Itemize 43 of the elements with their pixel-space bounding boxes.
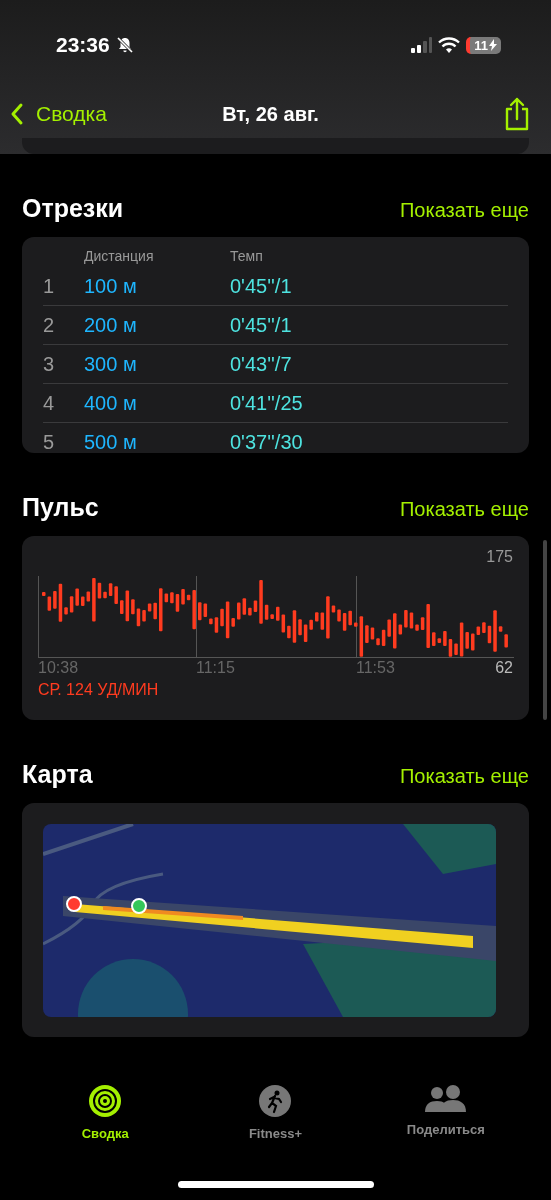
time-label: 10:38 — [38, 659, 80, 677]
split-distance: 400 м — [84, 391, 138, 415]
chevron-left-icon — [10, 102, 24, 126]
split-number: 2 — [43, 313, 56, 337]
split-number: 3 — [43, 352, 56, 376]
split-pace: 0'45''/1 — [230, 274, 293, 298]
axis-min-label: 62 — [495, 659, 513, 677]
tab-bar-item[interactable]: Сводка — [30, 1083, 181, 1142]
split-pace: 0'43''/7 — [230, 352, 293, 376]
status-time: 23:36 — [56, 33, 110, 57]
section-title: Карта — [22, 760, 93, 789]
split-distance: 300 м — [84, 352, 138, 376]
split-number: 1 — [43, 274, 56, 298]
tab-bar-item[interactable]: Поделиться — [370, 1083, 521, 1142]
battery-indicator: 11 — [466, 36, 501, 54]
back-button[interactable]: Сводка — [10, 102, 107, 126]
average-heart-rate: СР. 124 УД/МИН — [38, 681, 160, 699]
column-header: Темп — [230, 248, 264, 264]
activity-rings-icon — [88, 1084, 123, 1118]
show-more-link[interactable]: Показать еще — [399, 199, 529, 222]
split-pace: 0'41''/25 — [230, 391, 304, 415]
share-icon[interactable] — [503, 97, 531, 131]
column-header: Дистанция — [84, 248, 155, 264]
tab-bar-item[interactable]: Fitness+ — [200, 1083, 351, 1142]
split-number: 4 — [43, 391, 56, 415]
people-icon — [423, 1084, 468, 1114]
axis-max-label: 175 — [486, 548, 513, 567]
page-title: Вт, 26 авг. — [222, 102, 319, 126]
split-distance: 200 м — [84, 313, 138, 337]
signal-icon — [410, 37, 433, 53]
split-number: 5 — [43, 430, 56, 454]
time-label: 11:15 — [196, 659, 236, 677]
time-label: 11:53 — [356, 659, 396, 677]
wifi-icon — [438, 37, 461, 53]
runner-icon — [258, 1084, 293, 1118]
show-more-link[interactable]: Показать еще — [399, 765, 529, 788]
show-more-link[interactable]: Показать еще — [399, 498, 529, 521]
split-distance: 500 м — [84, 430, 138, 454]
split-pace: 0'37''/30 — [230, 430, 304, 454]
section-title: Пульс — [22, 493, 99, 522]
section-title: Отрезки — [22, 194, 124, 223]
split-pace: 0'45''/1 — [230, 313, 293, 337]
split-distance: 100 м — [84, 274, 138, 298]
